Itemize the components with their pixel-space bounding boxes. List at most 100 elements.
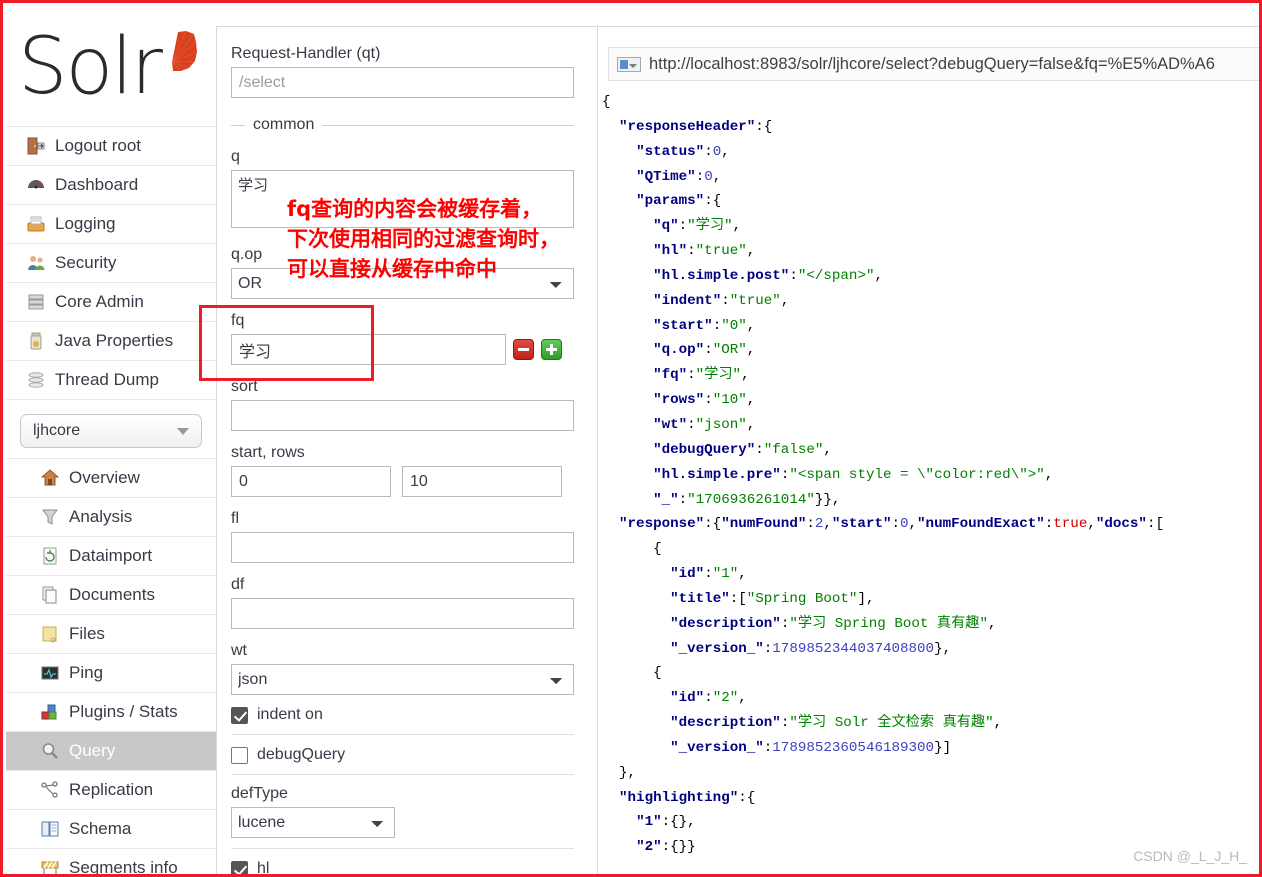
sidebar-item-dataimport[interactable]: Dataimport (6, 537, 216, 576)
debug-query-row[interactable]: debugQuery (231, 746, 574, 764)
minus-icon (518, 348, 529, 351)
logging-tray-icon (26, 214, 46, 234)
def-type-label: defType (231, 785, 288, 802)
sidebar-item-segments-info[interactable]: Segments info (6, 849, 216, 877)
request-url-text: http://localhost:8983/solr/ljhcore/selec… (649, 54, 1215, 73)
indent-row[interactable]: indent on (231, 706, 574, 724)
q-op-label: q.op (231, 246, 263, 263)
sidebar-item-plugins-stats[interactable]: Plugins / Stats (6, 693, 216, 732)
response-json-view: { "responseHeader":{ "status":0, "QTime"… (602, 94, 1164, 856)
sidebar-item-overview[interactable]: Overview (6, 458, 216, 498)
solr-admin-window: Solr Logout root Dashboard Logging Secur… (0, 0, 1262, 877)
debug-query-checkbox[interactable] (231, 746, 248, 764)
sidebar-item-core-admin[interactable]: Core Admin (6, 283, 216, 322)
core-admin-server-icon (26, 292, 46, 312)
sidebar-item-label: Logging (55, 214, 116, 233)
sidebar-item-documents[interactable]: Documents (6, 576, 216, 615)
core-nav: Overview Analysis Dataimport Documents F… (6, 458, 216, 877)
sidebar-item-logout[interactable]: Logout root (6, 126, 216, 166)
sort-input[interactable] (231, 400, 574, 431)
q-input[interactable]: 学习 (231, 170, 574, 228)
sidebar-item-label: Schema (69, 819, 132, 838)
fq-add-button[interactable] (541, 339, 562, 360)
common-section-legend: common (231, 116, 574, 134)
sidebar-item-ping[interactable]: Ping (6, 654, 216, 693)
sidebar-item-logging[interactable]: Logging (6, 205, 216, 244)
sidebar-item-files[interactable]: Files (6, 615, 216, 654)
page-select-icon (617, 56, 641, 72)
indent-label: indent on (257, 706, 323, 723)
sidebar-item-replication[interactable]: Replication (6, 771, 216, 810)
sidebar-item-query[interactable]: Query (6, 732, 216, 771)
fq-row (231, 334, 574, 365)
sidebar-item-label: Files (69, 624, 105, 643)
sidebar-item-label: Query (69, 741, 116, 760)
sidebar-item-label: Security (55, 253, 117, 272)
java-jar-icon (26, 331, 46, 351)
request-handler-label: Request-Handler (qt) (231, 45, 381, 62)
core-selector-value: ljhcore (33, 422, 81, 439)
hl-row[interactable]: hl (231, 860, 574, 877)
plus-icon-vertical (550, 344, 553, 355)
debug-query-label: debugQuery (257, 746, 346, 763)
sidebar-item-label: Dashboard (55, 175, 139, 194)
fq-remove-button[interactable] (513, 339, 534, 360)
q-label: q (231, 148, 240, 165)
query-magnifier-icon (40, 741, 60, 761)
hl-label: hl (257, 860, 270, 877)
core-selector-wrap: ljhcore (20, 414, 202, 448)
start-input[interactable] (231, 466, 391, 497)
analysis-funnel-icon (40, 507, 60, 527)
sidebar-item-analysis[interactable]: Analysis (6, 498, 216, 537)
divider (231, 734, 574, 735)
sidebar-item-label: Dataimport (69, 546, 153, 565)
sidebar-item-dashboard[interactable]: Dashboard (6, 166, 216, 205)
request-url-bar[interactable]: http://localhost:8983/solr/ljhcore/selec… (608, 47, 1259, 81)
hl-checkbox[interactable] (231, 860, 248, 874)
sidebar-item-schema[interactable]: Schema (6, 810, 216, 849)
indent-checkbox[interactable] (231, 706, 248, 724)
solr-burst-logo-icon (172, 31, 197, 71)
fq-input[interactable] (231, 334, 506, 365)
sidebar-item-label: Documents (69, 585, 155, 604)
fl-label: fl (231, 510, 239, 527)
divider (231, 774, 574, 775)
dataimport-page-icon (40, 546, 60, 566)
global-nav: Logout root Dashboard Logging Security C… (6, 126, 216, 400)
solr-logo[interactable]: Solr (6, 6, 216, 126)
thread-dump-stack-icon (26, 370, 46, 390)
fl-input[interactable] (231, 532, 574, 563)
overview-home-icon (40, 468, 60, 488)
ping-monitor-icon (40, 663, 60, 683)
rows-input[interactable] (402, 466, 562, 497)
request-handler-input[interactable] (231, 67, 574, 98)
def-type-select[interactable]: lucene (231, 807, 395, 838)
wt-select[interactable]: json (231, 664, 574, 695)
sidebar-item-thread-dump[interactable]: Thread Dump (6, 361, 216, 400)
start-rows-row (231, 466, 574, 497)
core-selector[interactable]: ljhcore (20, 414, 202, 448)
legend-dash (231, 124, 245, 126)
solr-logo-text: Solr (18, 22, 163, 112)
schema-book-icon (40, 819, 60, 839)
result-panel: http://localhost:8983/solr/ljhcore/selec… (597, 26, 1259, 874)
sidebar-item-security[interactable]: Security (6, 244, 216, 283)
segments-barrier-icon (40, 858, 60, 874)
df-input[interactable] (231, 598, 574, 629)
sort-label: sort (231, 378, 258, 395)
sidebar-item-label: Plugins / Stats (69, 702, 178, 721)
sidebar-item-java-properties[interactable]: Java Properties (6, 322, 216, 361)
sidebar-item-label: Segments info (69, 858, 178, 877)
watermark: CSDN @_L_J_H_ (1133, 848, 1247, 864)
q-op-select[interactable]: OR (231, 268, 574, 299)
sidebar-item-label: Java Properties (55, 331, 174, 350)
files-folder-icon (40, 624, 60, 644)
sidebar-item-label: Overview (69, 468, 140, 487)
divider (231, 848, 574, 849)
